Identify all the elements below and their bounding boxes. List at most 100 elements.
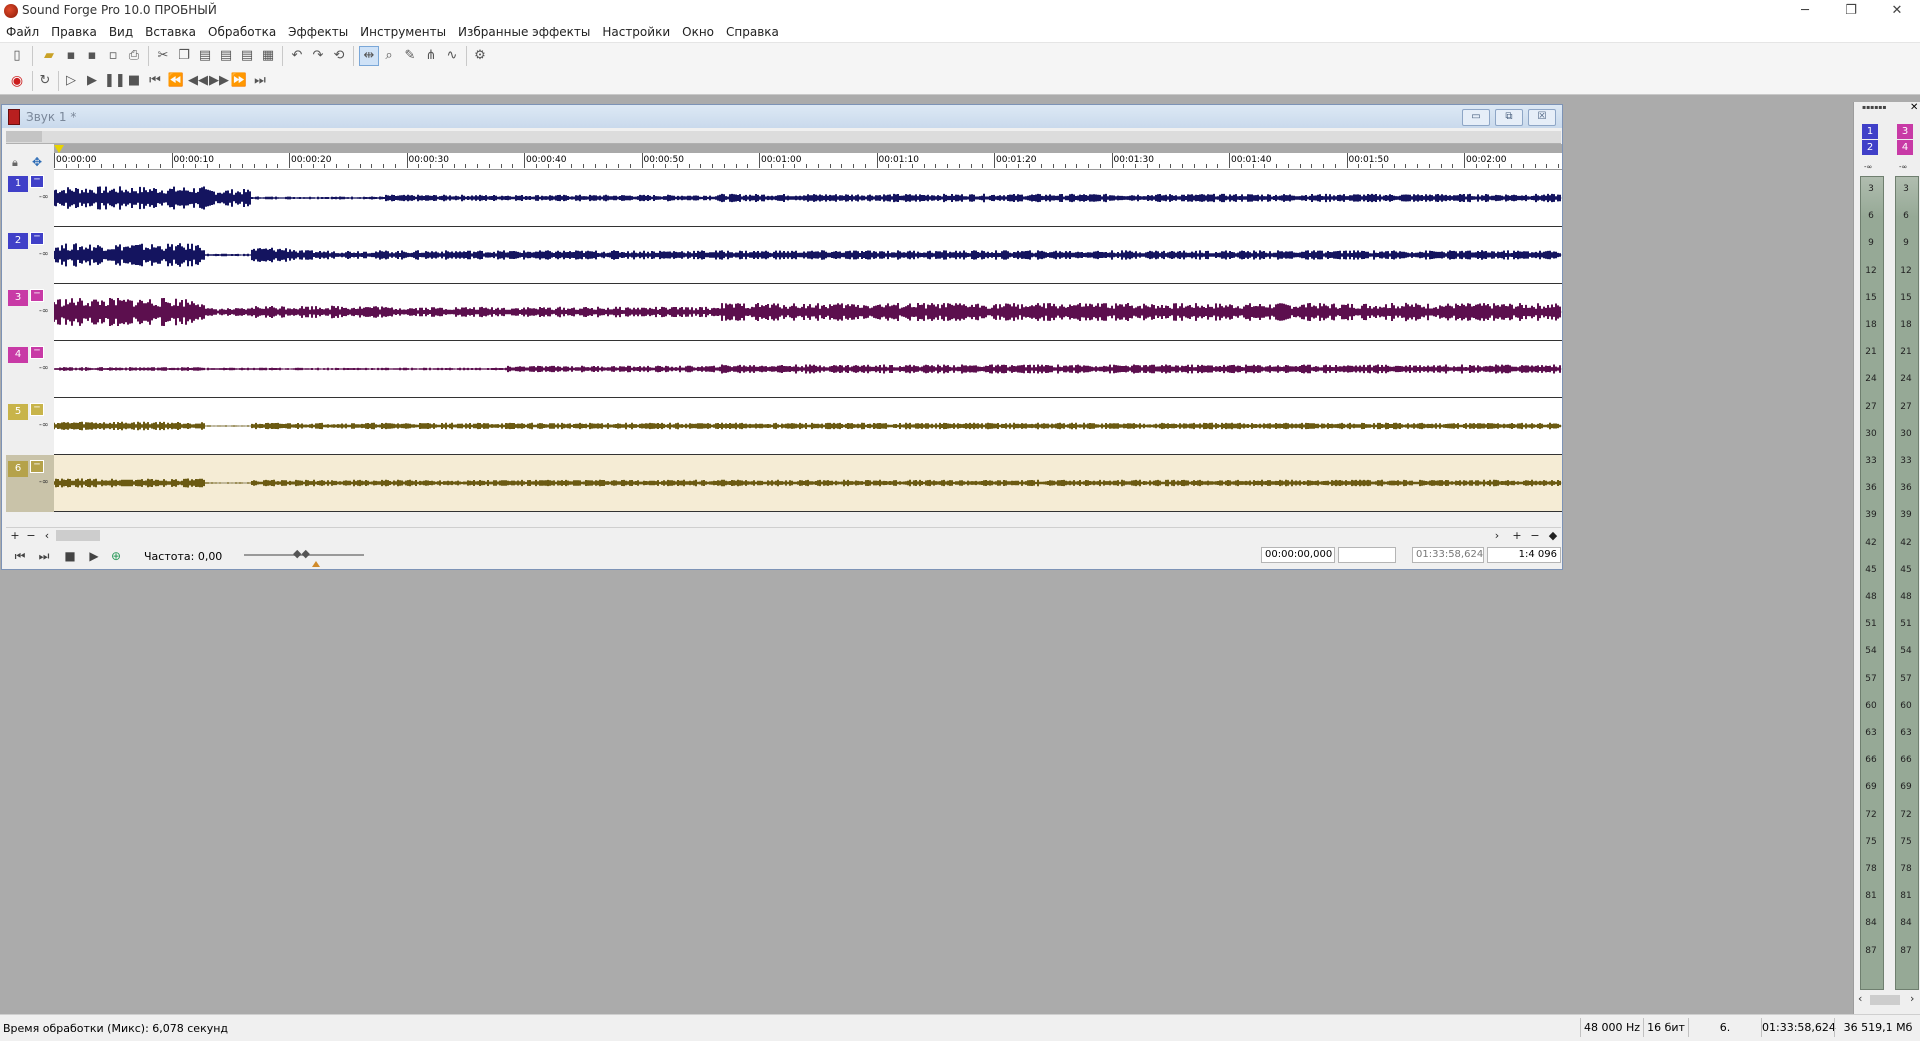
stop-icon[interactable]: ■ <box>125 72 143 90</box>
menu-tools[interactable]: Инструменты <box>354 22 452 42</box>
channel-number-5[interactable]: 5 <box>8 404 28 420</box>
overview-view-region[interactable] <box>6 131 42 142</box>
menu-insert[interactable]: Вставка <box>139 22 202 42</box>
lock-icon[interactable]: 🔒︎ <box>12 156 18 170</box>
channel-number-3[interactable]: 3 <box>8 290 28 306</box>
fast-forward-icon[interactable]: ▶▶ <box>209 72 229 90</box>
envelope-tool-icon[interactable]: ⋔ <box>422 47 440 65</box>
cursor-marker[interactable] <box>54 145 64 153</box>
redo-icon[interactable]: ↷ <box>309 47 327 65</box>
repeat-icon[interactable]: ⟲ <box>330 47 348 65</box>
channel-number-6[interactable]: 6 <box>8 461 28 477</box>
channel-mute-icon[interactable]: ─ <box>30 175 44 188</box>
play-all-icon[interactable]: ▷ <box>62 72 80 90</box>
zoom-ratio-field[interactable]: 1:4 096 <box>1487 547 1561 563</box>
paste-special-icon[interactable]: ▤ <box>238 47 256 65</box>
overview-bar[interactable] <box>6 131 1561 144</box>
cut-icon[interactable]: ✂ <box>154 47 172 65</box>
open-folder-icon[interactable]: ▰ <box>40 47 58 65</box>
menu-favorite-effects[interactable]: Избранные эффекты <box>452 22 596 42</box>
save-as-icon[interactable]: ▪ <box>83 47 101 65</box>
trim-crop-icon[interactable]: ▦ <box>259 47 277 65</box>
menu-window[interactable]: Окно <box>676 22 720 42</box>
rewind-icon[interactable]: ◀◀ <box>188 72 208 90</box>
magnify-tool-icon[interactable]: ⌕ <box>380 47 398 65</box>
plugin-chainer-icon[interactable]: ⚙ <box>471 47 489 65</box>
play-icon[interactable]: ▶ <box>86 548 102 564</box>
waveform-track-3[interactable] <box>54 284 1562 341</box>
paste-icon[interactable]: ▤ <box>196 47 214 65</box>
record-icon[interactable]: ◉ <box>8 72 26 90</box>
copy-icon[interactable]: ❐ <box>175 47 193 65</box>
selection-length-field[interactable] <box>1338 547 1396 563</box>
channel-number-2[interactable]: 2 <box>8 233 28 249</box>
menu-edit[interactable]: Правка <box>45 22 103 42</box>
zoom-out-vertical-icon[interactable]: − <box>24 528 38 543</box>
render-as-icon[interactable]: ▫ <box>104 47 122 65</box>
go-to-end-icon[interactable]: ⏭ <box>36 548 52 564</box>
horizontal-scrollbar[interactable]: + − ‹ › + − ◆ <box>6 527 1561 543</box>
channel-mute-icon[interactable]: ─ <box>30 232 44 245</box>
menu-help[interactable]: Справка <box>720 22 785 42</box>
selection-strip[interactable] <box>54 144 1562 153</box>
doc-minimize-button[interactable]: ▭ <box>1462 109 1490 126</box>
zoom-in-horizontal-icon[interactable]: + <box>1510 528 1524 543</box>
mix-icon[interactable]: ▤ <box>217 47 235 65</box>
meter-channel-tag-1[interactable]: 1 <box>1862 124 1878 139</box>
scroll-right-icon[interactable]: › <box>1910 992 1914 1005</box>
time-ruler[interactable]: 00:00:00 00:00:10 00:00:20 00:00:30 00:00:40… <box>54 153 1562 170</box>
menu-file[interactable]: Файл <box>0 22 45 42</box>
meter-channel-tag-3[interactable]: 3 <box>1897 124 1913 139</box>
waveform-track-2[interactable] <box>54 227 1562 284</box>
channel-number-4[interactable]: 4 <box>8 347 28 363</box>
maximize-button[interactable]: ❐ <box>1828 0 1874 22</box>
menu-process[interactable]: Обработка <box>202 22 282 42</box>
print-icon[interactable]: ⎙ <box>125 47 143 65</box>
previous-icon[interactable]: ⏪ <box>167 72 185 90</box>
channel-number-1[interactable]: 1 <box>8 176 28 192</box>
waveform-track-1[interactable] <box>54 170 1562 227</box>
scroll-left-icon[interactable]: ‹ <box>40 528 54 543</box>
snap-icon[interactable]: ✥ <box>32 155 42 169</box>
channel-mute-icon[interactable]: ─ <box>30 460 44 473</box>
next-icon[interactable]: ⏩ <box>230 72 248 90</box>
play-as-sample-icon[interactable]: ⊕ <box>108 548 124 564</box>
edit-tool-icon[interactable]: ⇹ <box>359 46 379 66</box>
waveform-track-6[interactable] <box>54 455 1562 512</box>
waveform-track-4[interactable] <box>54 341 1562 398</box>
channel-mute-icon[interactable]: ─ <box>30 346 44 359</box>
event-tool-icon[interactable]: ∿ <box>443 47 461 65</box>
scroll-right-icon[interactable]: › <box>1490 528 1504 543</box>
stop-icon[interactable]: ■ <box>62 548 78 564</box>
channel-mute-icon[interactable]: ─ <box>30 289 44 302</box>
menu-view[interactable]: Вид <box>103 22 139 42</box>
bit-depth-field[interactable]: 16 бит <box>1643 1018 1688 1037</box>
channel-mute-icon[interactable]: ─ <box>30 403 44 416</box>
scroll-thumb[interactable] <box>56 530 100 541</box>
scroll-thumb[interactable] <box>1870 995 1900 1005</box>
doc-restore-button[interactable]: ⧉ <box>1495 109 1523 126</box>
minimize-button[interactable]: ─ <box>1782 0 1828 22</box>
rate-slider-knob-icon[interactable]: ◆◆ <box>293 548 315 560</box>
zoom-out-horizontal-icon[interactable]: − <box>1528 528 1542 543</box>
meter-channel-tag-2[interactable]: 2 <box>1862 140 1878 155</box>
save-icon[interactable]: ▪ <box>62 47 80 65</box>
doc-close-button[interactable]: ☒ <box>1528 109 1556 126</box>
selection-start-field[interactable]: 00:00:00,000 <box>1261 547 1335 563</box>
loop-icon[interactable]: ↻ <box>36 72 54 90</box>
meters-close-icon[interactable]: ✕ <box>1910 102 1918 113</box>
sample-rate-field[interactable]: 48 000 Hz <box>1580 1018 1643 1037</box>
meter-channel-tag-4[interactable]: 4 <box>1897 140 1913 155</box>
scroll-left-icon[interactable]: ‹ <box>1858 992 1862 1005</box>
pause-icon[interactable]: ❚❚ <box>104 72 126 90</box>
go-to-start-icon[interactable]: ⏮ <box>12 548 28 564</box>
undo-icon[interactable]: ↶ <box>288 47 306 65</box>
menu-effects[interactable]: Эффекты <box>282 22 354 42</box>
meters-scrollbar[interactable]: ‹ › <box>1854 992 1920 1008</box>
channel-count-field[interactable]: 6. <box>1688 1018 1761 1037</box>
waveform-track-5[interactable] <box>54 398 1562 455</box>
zoom-fit-icon[interactable]: ◆ <box>1546 528 1560 543</box>
go-to-end-icon[interactable]: ⏭ <box>251 72 269 90</box>
play-icon[interactable]: ▶ <box>83 72 101 90</box>
new-file-icon[interactable]: ▯ <box>8 47 26 65</box>
